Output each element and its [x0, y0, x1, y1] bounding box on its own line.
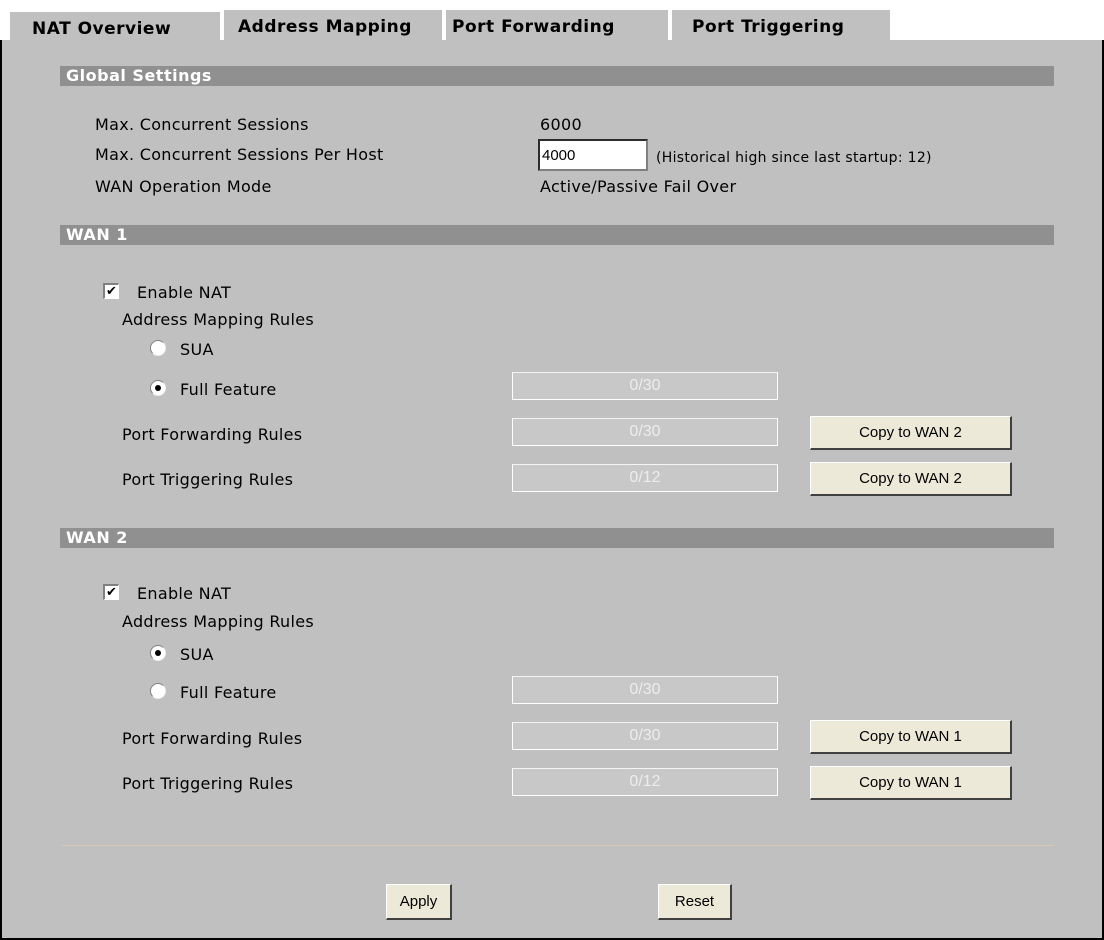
per-host-input[interactable]: [538, 139, 648, 171]
tab-bar: NAT Overview Address Mapping Port Forwar…: [0, 0, 1104, 46]
tab-label: Port Triggering: [692, 17, 845, 37]
wan1-enable-nat-label: Enable NAT: [137, 283, 232, 302]
apply-button[interactable]: Apply: [386, 884, 452, 920]
divider: [62, 845, 1054, 846]
wan2-mapping-label: Address Mapping Rules: [122, 612, 315, 631]
wan1-sua-label: SUA: [180, 340, 214, 359]
wan1-port-forwarding-label: Port Forwarding Rules: [122, 425, 303, 444]
wan1-port-triggering-count: 0/12: [512, 464, 778, 492]
section-header-wan1: WAN 1: [60, 225, 1054, 245]
section-header-wan2: WAN 2: [60, 528, 1054, 548]
wan1-port-triggering-label: Port Triggering Rules: [122, 470, 294, 489]
wan2-full-feature-count: 0/30: [512, 676, 778, 704]
wan-mode-label: WAN Operation Mode: [95, 177, 272, 196]
tab-label: Address Mapping: [238, 17, 412, 37]
wan1-mapping-label: Address Mapping Rules: [122, 310, 315, 329]
tab-nat-overview[interactable]: NAT Overview: [8, 10, 224, 46]
wan1-pt-copy-button[interactable]: Copy to WAN 2: [810, 462, 1012, 496]
wan2-sua-label: SUA: [180, 645, 214, 664]
wan1-pf-copy-button[interactable]: Copy to WAN 2: [810, 416, 1012, 450]
wan2-pt-copy-button[interactable]: Copy to WAN 1: [810, 766, 1012, 800]
wan2-port-forwarding-count: 0/30: [512, 722, 778, 750]
tab-label: NAT Overview: [32, 19, 172, 39]
wan2-pf-copy-button[interactable]: Copy to WAN 1: [810, 720, 1012, 754]
wan2-enable-nat-checkbox[interactable]: ✔: [103, 584, 119, 600]
max-sessions-label: Max. Concurrent Sessions: [95, 115, 309, 134]
wan1-enable-nat-checkbox[interactable]: ✔: [103, 283, 119, 299]
wan2-port-triggering-label: Port Triggering Rules: [122, 774, 294, 793]
per-host-label: Max. Concurrent Sessions Per Host: [95, 145, 384, 164]
wan1-port-forwarding-count: 0/30: [512, 418, 778, 446]
reset-button[interactable]: Reset: [658, 884, 732, 920]
wan1-full-feature-count: 0/30: [512, 372, 778, 400]
max-sessions-value: 6000: [540, 115, 582, 134]
tab-label: Port Forwarding: [452, 17, 615, 37]
section-header-global: Global Settings: [60, 66, 1054, 86]
wan2-port-forwarding-label: Port Forwarding Rules: [122, 729, 303, 748]
wan1-full-feature-label: Full Feature: [180, 380, 277, 399]
wan2-port-triggering-count: 0/12: [512, 768, 778, 796]
wan2-sua-radio[interactable]: [150, 645, 166, 661]
tab-port-triggering[interactable]: Port Triggering: [672, 10, 890, 44]
wan1-full-feature-radio[interactable]: [150, 380, 166, 396]
tab-port-forwarding[interactable]: Port Forwarding: [446, 10, 672, 44]
wan2-enable-nat-label: Enable NAT: [137, 584, 232, 603]
tab-address-mapping[interactable]: Address Mapping: [224, 10, 446, 44]
wan1-sua-radio[interactable]: [150, 340, 166, 356]
wan2-full-feature-radio[interactable]: [150, 683, 166, 699]
wan-mode-value: Active/Passive Fail Over: [540, 177, 737, 196]
historical-note: (Historical high since last startup: 12): [656, 150, 932, 166]
wan2-full-feature-label: Full Feature: [180, 683, 277, 702]
